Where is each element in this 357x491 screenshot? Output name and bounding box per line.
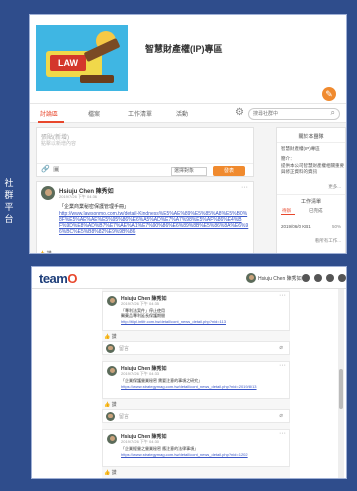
post-link[interactable]: https://www.strategymag.com.tw/detail/co…: [121, 452, 286, 457]
feed-post: Hsiuju Chen 陳秀如 2019/7/26 下午 04:36 ··· 「…: [36, 181, 254, 254]
more-options-icon[interactable]: ···: [279, 362, 286, 369]
thumbs-up-icon: 👍: [39, 251, 46, 254]
comment-input[interactable]: 留言: [119, 345, 129, 352]
avatar: [106, 412, 115, 421]
feed-column: Hsiuju Chen 陳秀如 2019/7/26 下午 04:35 ··· 「…: [102, 289, 290, 478]
attach-icon[interactable]: ⌀: [279, 412, 283, 419]
like-button[interactable]: 👍 讚: [104, 469, 117, 476]
attach-icon[interactable]: 🔗: [41, 165, 50, 173]
post-body: 「企業保護營業秘密 需要注意的事項之研究」: [121, 378, 203, 383]
more-options-icon[interactable]: ···: [241, 184, 248, 191]
task-title: 工作清單: [300, 199, 321, 205]
feed-post: Hsiuju Chen 陳秀如 2019/7/26 下午 04:35 ··· 「…: [102, 291, 290, 331]
teamo-app-screenshot: teamO Hsiuju Chen 陳秀如 Hsiuju Chen 陳秀如 20…: [31, 266, 347, 479]
scrollbar[interactable]: [338, 289, 344, 478]
audience-select[interactable]: 選擇對象: [171, 167, 207, 176]
active-tab-indicator: [38, 121, 64, 123]
user-name[interactable]: Hsiuju Chen 陳秀如: [258, 275, 302, 282]
like-label: 讚: [111, 470, 117, 476]
like-label: 讚: [46, 251, 52, 254]
post-time: 2019/7/26 下午 04:33: [121, 371, 160, 376]
notification-icon[interactable]: [302, 274, 310, 282]
feed-post: Hsiuju Chen 陳秀如 2019/7/26 下午 04:33 ··· 「…: [102, 361, 290, 399]
post-link[interactable]: http://www.lawsonmo.com.tw/detail-Kindne…: [59, 211, 249, 247]
task-more-link[interactable]: 看所有工作...: [315, 238, 341, 244]
post-time: 2019/7/26 下午 04:30: [121, 439, 160, 444]
task-progress: 50%: [331, 224, 341, 229]
about-panel: 關於本團隊 智慧財產權(IP)專區 簡介： 提供本公司智慧財產權相關重要 與修正…: [276, 127, 346, 253]
feed-post: Hsiuju Chen 陳秀如 2019/7/26 下午 04:30 ··· 「…: [102, 429, 290, 467]
search-input[interactable]: [253, 110, 323, 118]
group-title: 智慧財產權(IP)專區: [145, 44, 223, 54]
comment-box[interactable]: 留言 ⌀: [102, 409, 290, 423]
image-icon[interactable]: ▣: [53, 165, 60, 173]
app-header: teamO Hsiuju Chen 陳秀如: [32, 267, 346, 289]
teamo-logo[interactable]: teamO: [39, 271, 77, 286]
cover-image: LAW: [36, 25, 128, 91]
publish-button[interactable]: 發表: [213, 166, 245, 176]
message-icon[interactable]: [314, 274, 322, 282]
post-time: 2019/7/26 下午 04:35: [121, 301, 160, 306]
post-time: 2019/7/26 下午 04:36: [59, 194, 98, 199]
task-item[interactable]: 2019/06/0 KB1: [281, 224, 311, 230]
group-page-screenshot: LAW 智慧財產權(IP)專區 ✎ 討論區 檔案 工作清單 活動 ⚙ ⌕ 張貼(…: [29, 14, 347, 254]
about-line-2: 簡介：: [281, 156, 295, 161]
avatar: [106, 344, 115, 353]
avatar[interactable]: [107, 366, 117, 376]
post-body-2: 醫藥品專利延長保護期間: [121, 313, 165, 318]
attach-icon[interactable]: ⌀: [279, 344, 283, 351]
more-options-icon[interactable]: ···: [279, 430, 286, 437]
more-options-icon[interactable]: ···: [279, 292, 286, 299]
thumbs-up-icon: 👍: [104, 402, 111, 408]
compose-sub-placeholder: 點擊以新增內容: [41, 141, 77, 147]
thumbs-up-icon: 👍: [104, 334, 111, 340]
post-body: 「企業商業秘密保護管理手冊」: [59, 204, 130, 210]
like-button[interactable]: 👍 讚: [104, 333, 117, 340]
tab-tasks[interactable]: 工作清單: [128, 109, 152, 118]
compose-post-box[interactable]: 張貼(新增) 點擊以新增內容 🔗 ▣ 選擇對象 發表: [36, 127, 254, 177]
like-label: 讚: [111, 402, 117, 408]
tab-discussion[interactable]: 討論區: [40, 109, 58, 118]
about-line-1: 智慧財產權(IP)專區: [281, 146, 320, 151]
side-caption: 社群平台: [4, 179, 14, 225]
thumbs-up-icon: 👍: [104, 470, 111, 476]
about-title: 關於本團隊: [298, 134, 324, 140]
like-button[interactable]: 👍 讚: [39, 250, 52, 254]
compose-actions: 🔗 ▣ 選擇對象 發表: [37, 163, 253, 177]
like-label: 讚: [111, 334, 117, 340]
edit-cover-button[interactable]: ✎: [322, 87, 336, 101]
post-link[interactable]: https://www.strategymag.com.tw/detail/co…: [121, 384, 286, 389]
group-cover: LAW 智慧財產權(IP)專區 ✎: [30, 15, 346, 103]
task-tab-done[interactable]: 已完成: [309, 208, 323, 214]
about-line-4: 與修正資料的資訊: [281, 169, 317, 174]
settings-icon[interactable]: [326, 274, 334, 282]
avatar[interactable]: [41, 186, 55, 200]
avatar[interactable]: [107, 434, 117, 444]
scrollbar-thumb[interactable]: [339, 369, 343, 409]
search-icon[interactable]: ⌕: [331, 108, 335, 118]
tab-files[interactable]: 檔案: [88, 109, 100, 118]
gear-icon[interactable]: ⚙: [235, 107, 244, 118]
comment-box[interactable]: 留言 ⌀: [102, 341, 290, 355]
comment-input[interactable]: 留言: [119, 413, 129, 420]
menu-icon[interactable]: [338, 274, 346, 282]
avatar[interactable]: [107, 296, 117, 306]
group-tab-bar: 討論區 檔案 工作清單 活動 ⚙ ⌕: [30, 103, 346, 123]
user-avatar[interactable]: [246, 273, 256, 283]
post-body: 「企業經營之營業秘密 應注意的法律事項」: [121, 446, 199, 451]
search-box[interactable]: ⌕: [248, 108, 340, 120]
tab-events[interactable]: 活動: [176, 109, 188, 118]
post-link[interactable]: http://tiipl.intlfr.com.tw/detail/cont_n…: [121, 319, 286, 324]
about-more-link[interactable]: 更多...: [328, 184, 341, 190]
like-button[interactable]: 👍 讚: [104, 401, 117, 408]
